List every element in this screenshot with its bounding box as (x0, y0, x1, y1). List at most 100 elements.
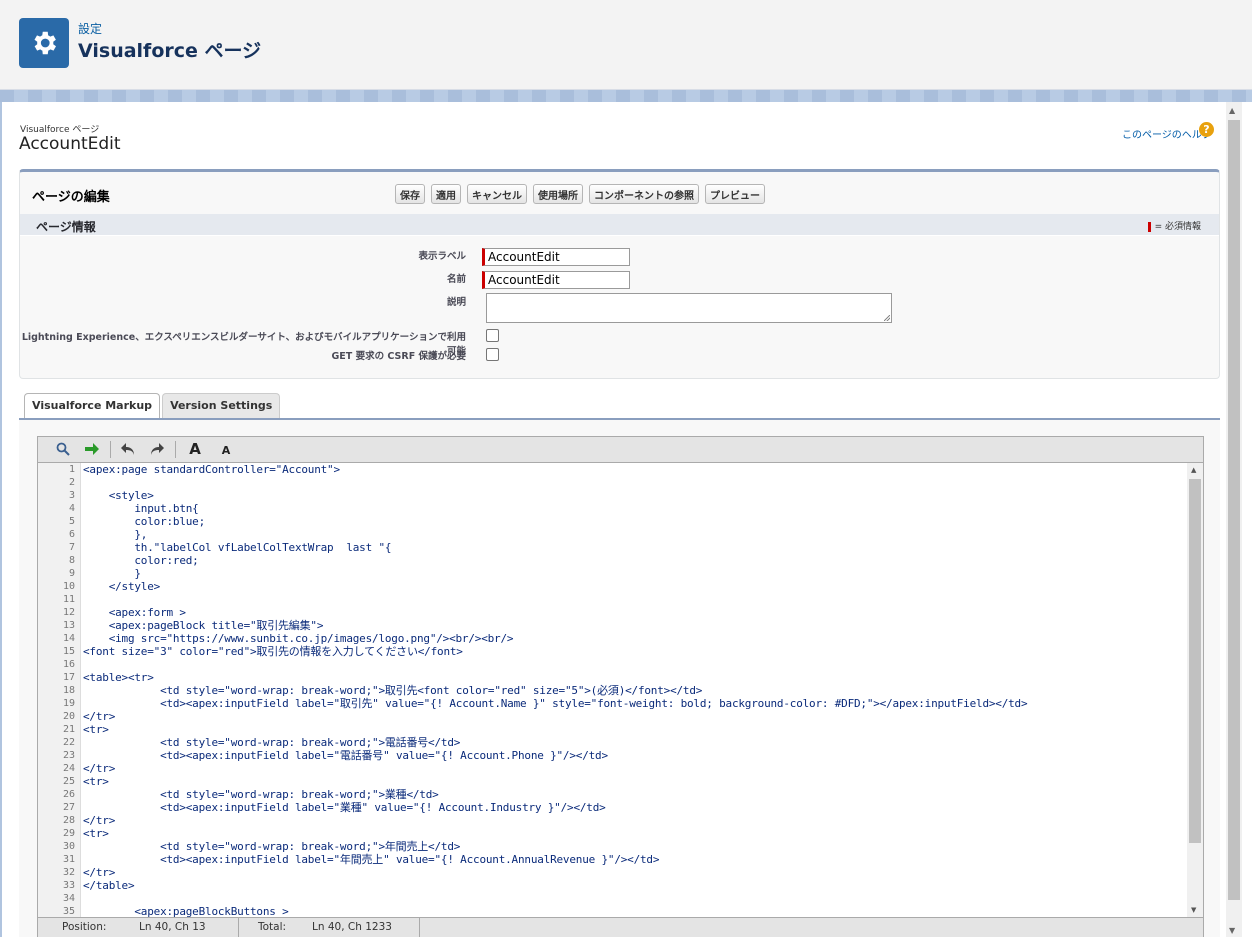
code-line[interactable]: </tr> (83, 814, 1183, 827)
line-number: 21 (62, 724, 75, 735)
page-scroll-thumb[interactable] (1228, 120, 1240, 900)
save-button[interactable]: 保存 (395, 184, 425, 204)
line-number: 15 (62, 646, 75, 657)
help-icon[interactable]: ? (1199, 122, 1214, 137)
tab-visualforce-markup[interactable]: Visualforce Markup (24, 393, 161, 419)
search-icon[interactable] (52, 439, 74, 459)
edit-block-title: ページの編集 (32, 190, 110, 205)
line-number: 2 (68, 477, 75, 488)
line-number: 31 (62, 854, 75, 865)
redo-icon[interactable] (146, 439, 168, 459)
code-line[interactable]: }, (83, 528, 1183, 541)
line-number: 16 (62, 659, 75, 670)
line-number: 9 (68, 568, 75, 579)
code-line[interactable]: </table> (83, 879, 1183, 892)
label-field[interactable] (482, 248, 630, 266)
line-number-gutter: 1 2 3 4 5 6 7 8 9 10 11 12 13 14 15 16 17 18 19 20 21 22 23 24 2… (38, 463, 81, 917)
editor-scroll-thumb[interactable] (1189, 479, 1201, 843)
where-used-button[interactable]: 使用場所 (533, 184, 583, 204)
line-number: 35 (62, 906, 75, 917)
code-line[interactable]: <td><apex:inputField label="電話番号" value=… (83, 749, 1183, 762)
code-line[interactable]: <apex:form > (83, 606, 1183, 619)
line-number: 22 (62, 737, 75, 748)
code-line[interactable]: </style> (83, 580, 1183, 593)
csrf-required-label: GET 要求の CSRF 保護が必要 (331, 351, 467, 362)
code-line[interactable]: <td style="word-wrap: break-word;">取引先<f… (83, 684, 1183, 697)
code-line[interactable] (83, 476, 1183, 489)
code-line[interactable]: color:blue; (83, 515, 1183, 528)
status-divider (238, 918, 239, 937)
editor-toolbar: A A (38, 437, 1203, 463)
code-line[interactable]: } (83, 567, 1183, 580)
page-scrollbar[interactable]: ▲ ▼ (1226, 102, 1242, 937)
total-label: Total: (258, 921, 287, 933)
status-divider (419, 918, 420, 937)
cancel-button[interactable]: キャンセル (467, 184, 527, 204)
code-line[interactable]: <apex:pageBlockButtons > (83, 905, 1183, 917)
font-decrease-icon[interactable]: A (215, 439, 237, 459)
code-line[interactable]: <td style="word-wrap: break-word;">業種</t… (83, 788, 1183, 801)
code-line[interactable]: <td><apex:inputField label="業種" value="{… (83, 801, 1183, 814)
lightning-available-checkbox[interactable] (486, 329, 499, 342)
main-content: Visualforce ページ AccountEdit このページのヘルプ ? … (2, 102, 1252, 937)
code-line[interactable]: <apex:pageBlock title="取引先編集"> (83, 619, 1183, 632)
scroll-down-icon[interactable]: ▼ (1191, 906, 1196, 914)
code-line[interactable]: <table><tr> (83, 671, 1183, 684)
label-field-label: 表示ラベル (418, 251, 466, 262)
code-area[interactable]: 1 2 3 4 5 6 7 8 9 10 11 12 13 14 15 16 17 18 19 20 21 22 23 24 2… (38, 463, 1203, 917)
component-reference-button[interactable]: コンポーネントの参照 (589, 184, 699, 204)
code-line[interactable] (83, 892, 1183, 905)
code-line[interactable]: input.btn{ (83, 502, 1183, 515)
line-number: 17 (62, 672, 75, 683)
goto-line-icon[interactable] (81, 439, 103, 459)
breadcrumb-setup[interactable]: 設定 (78, 20, 102, 37)
code-line[interactable]: <td style="word-wrap: break-word;">年間売上<… (83, 840, 1183, 853)
name-field[interactable] (482, 271, 630, 289)
code-lines[interactable]: <apex:page standardController="Account">… (83, 463, 1183, 917)
code-line[interactable]: <font size="3" color="red">取引先の情報を入力してくだ… (83, 645, 1183, 658)
tab-version-settings[interactable]: Version Settings (162, 393, 281, 418)
required-marker (1147, 221, 1151, 232)
line-number: 32 (62, 867, 75, 878)
page-record-name: AccountEdit (19, 134, 121, 154)
code-line[interactable]: <tr> (83, 723, 1183, 736)
undo-icon[interactable] (117, 439, 139, 459)
code-line[interactable]: color:red; (83, 554, 1183, 567)
code-line[interactable]: <td style="word-wrap: break-word;">電話番号<… (83, 736, 1183, 749)
code-line[interactable] (83, 593, 1183, 606)
code-line[interactable] (83, 658, 1183, 671)
apply-button[interactable]: 適用 (431, 184, 461, 204)
editor-tabs: Visualforce Markup Version Settings (24, 393, 281, 419)
code-line[interactable]: </tr> (83, 866, 1183, 879)
line-number: 12 (62, 607, 75, 618)
preview-button[interactable]: プレビュー (705, 184, 765, 204)
line-number: 24 (62, 763, 75, 774)
code-line[interactable]: <tr> (83, 827, 1183, 840)
code-line[interactable]: <style> (83, 489, 1183, 502)
csrf-required-checkbox[interactable] (486, 348, 499, 361)
line-number: 1 (68, 464, 75, 475)
editor-scrollbar[interactable]: ▲ ▼ (1187, 463, 1203, 917)
scroll-up-icon[interactable]: ▲ (1229, 106, 1235, 115)
code-line[interactable]: <td><apex:inputField label="年間売上" value=… (83, 853, 1183, 866)
total-value: Ln 40, Ch 1233 (312, 921, 392, 933)
code-line[interactable]: <apex:page standardController="Account"> (83, 463, 1183, 476)
code-line[interactable]: <tr> (83, 775, 1183, 788)
code-line[interactable]: </tr> (83, 762, 1183, 775)
line-number: 19 (62, 698, 75, 709)
description-textarea[interactable] (486, 293, 892, 323)
line-number: 3 (68, 490, 75, 501)
line-number: 27 (62, 802, 75, 813)
line-number: 18 (62, 685, 75, 696)
page-info-section-header: ページ情報 = 必須情報 (20, 214, 1219, 236)
code-line[interactable]: </tr> (83, 710, 1183, 723)
code-line[interactable]: <td><apex:inputField label="取引先" value="… (83, 697, 1183, 710)
scroll-up-icon[interactable]: ▲ (1191, 466, 1196, 474)
font-increase-icon[interactable]: A (184, 439, 206, 459)
code-line[interactable]: <img src="https://www.sunbit.co.jp/image… (83, 632, 1183, 645)
code-line[interactable]: th."labelCol vfLabelColTextWrap last "{ (83, 541, 1183, 554)
line-number: 26 (62, 789, 75, 800)
position-label: Position: (62, 921, 107, 933)
scroll-down-icon[interactable]: ▼ (1229, 926, 1235, 935)
required-legend: = 必須情報 (1147, 219, 1201, 232)
